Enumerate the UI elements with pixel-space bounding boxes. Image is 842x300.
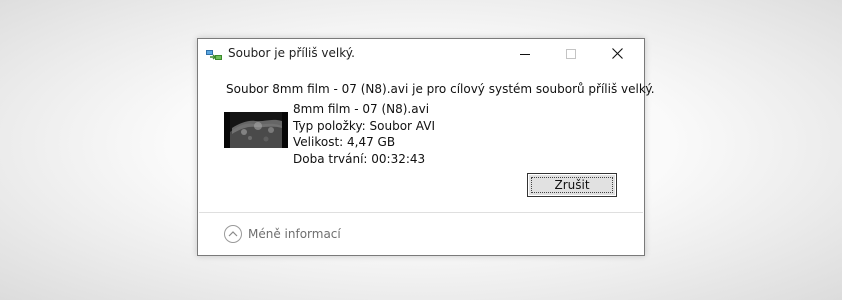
title-bar[interactable]: Soubor je příliš velký. — [198, 39, 644, 69]
window-title: Soubor je příliš velký. — [228, 46, 355, 60]
chevron-up-icon — [224, 225, 242, 243]
dialog-footer: Méně informací — [198, 213, 644, 255]
error-message: Soubor 8mm film - 07 (N8).avi je pro cíl… — [226, 82, 655, 96]
copy-transfer-icon — [206, 48, 222, 62]
minimize-icon — [520, 49, 530, 59]
close-icon — [611, 48, 623, 59]
file-size: Velikost: 4,47 GB — [293, 135, 396, 149]
file-details: 8mm film - 07 (N8).avi Typ položky: Soub… — [293, 101, 435, 167]
focus-rectangle — [531, 177, 613, 193]
file-type: Typ položky: Soubor AVI — [293, 118, 435, 133]
cancel-button[interactable]: Zrušit — [527, 173, 617, 197]
less-info-toggle[interactable]: Méně informací — [224, 225, 341, 243]
maximize-button[interactable] — [548, 39, 594, 68]
file-duration: Doba trvání: 00:32:43 — [293, 151, 426, 166]
file-too-large-dialog: Soubor je příliš velký. Soubor 8mm film … — [197, 38, 655, 256]
video-thumbnail — [224, 112, 288, 148]
less-info-label: Méně informací — [248, 227, 341, 241]
close-button[interactable] — [594, 39, 640, 68]
file-name: 8mm film - 07 (N8).avi — [293, 102, 430, 116]
maximize-icon — [566, 48, 576, 59]
minimize-button[interactable] — [502, 39, 548, 68]
